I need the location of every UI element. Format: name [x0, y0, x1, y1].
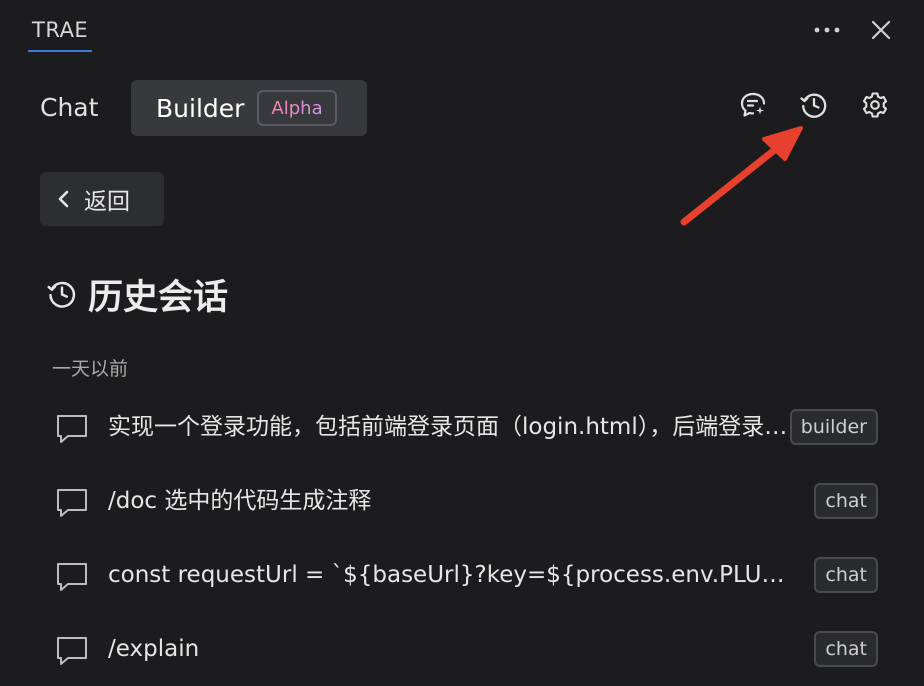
top-bar-actions — [812, 14, 896, 46]
page-title: 历史会话 — [46, 268, 228, 320]
gear-icon[interactable] — [860, 90, 890, 120]
history-item-type-badge: chat — [814, 483, 878, 519]
history-item-title: /explain — [108, 636, 200, 662]
chevron-left-icon — [58, 190, 69, 208]
chat-bubble-icon — [57, 563, 87, 591]
history-icon[interactable] — [799, 90, 829, 120]
trae-side-panel: TRAE Chat Builder Alpha 返回 历史会话 一天以前 实现一… — [0, 0, 924, 686]
history-item-title: /doc 选中的代码生成注释 — [108, 488, 372, 514]
mode-tabs: Chat Builder Alpha — [0, 80, 924, 136]
history-item-title: const requestUrl = `${baseUrl}?key=${pro… — [108, 562, 798, 588]
chat-bubble-icon — [57, 415, 87, 443]
close-icon[interactable] — [866, 15, 896, 45]
top-bar: TRAE — [0, 0, 924, 60]
new-chat-icon[interactable] — [738, 90, 768, 120]
tab-builder-label: Builder — [156, 93, 245, 123]
tab-chat[interactable]: Chat — [40, 80, 98, 136]
history-list: 实现一个登录功能，包括前端登录页面（login.html），后端登录接口 bui… — [0, 392, 924, 686]
history-item[interactable]: 实现一个登录功能，包括前端登录页面（login.html），后端登录接口 bui… — [0, 392, 924, 466]
history-icon — [47, 281, 76, 308]
history-item[interactable]: const requestUrl = `${baseUrl}?key=${pro… — [0, 540, 924, 614]
tab-builder[interactable]: Builder Alpha — [131, 80, 367, 136]
alpha-badge: Alpha — [257, 90, 337, 126]
back-button-label: 返回 — [84, 189, 130, 215]
history-item-type-badge: builder — [789, 409, 878, 445]
history-item-type-badge: chat — [814, 557, 878, 593]
mode-actions — [738, 90, 890, 120]
history-item[interactable]: /explain chat — [0, 614, 924, 686]
more-horizontal-icon[interactable] — [812, 15, 842, 45]
page-title-text: 历史会话 — [88, 277, 229, 318]
chat-bubble-icon — [57, 637, 87, 665]
panel-tab-trae[interactable]: TRAE — [28, 14, 93, 52]
chat-bubble-icon — [57, 489, 87, 517]
history-item[interactable]: /doc 选中的代码生成注释 chat — [0, 466, 924, 540]
history-group-label: 一天以前 — [52, 358, 129, 380]
history-item-type-badge: chat — [814, 631, 878, 667]
history-item-title: 实现一个登录功能，包括前端登录页面（login.html），后端登录接口 — [108, 414, 798, 440]
back-button[interactable]: 返回 — [40, 172, 164, 226]
